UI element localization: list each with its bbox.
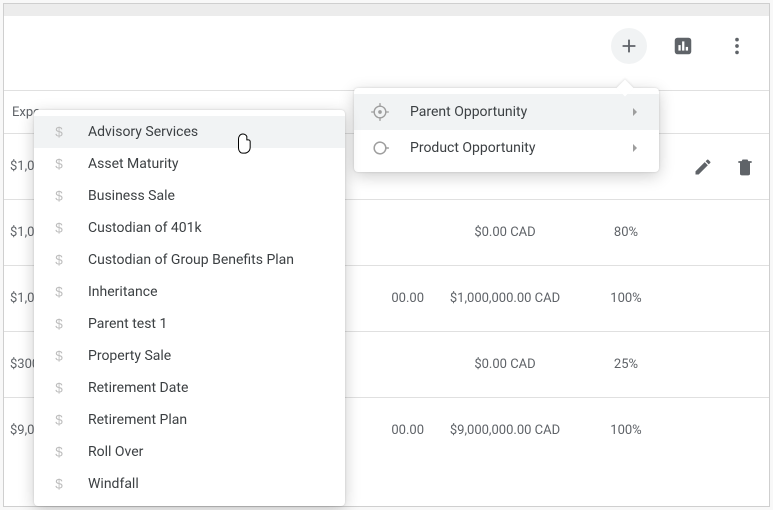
dropdown-item[interactable]: $ Parent test 1 xyxy=(34,308,345,340)
ring-icon xyxy=(370,138,390,158)
action-bar xyxy=(611,28,755,64)
row-extra: 00.00 xyxy=(352,291,424,306)
row-extra: 00.00 xyxy=(352,423,424,438)
row-pct: 100% xyxy=(586,423,666,438)
dollar-icon: $ xyxy=(50,379,68,397)
delete-icon[interactable] xyxy=(735,157,755,177)
chart-button[interactable] xyxy=(665,28,701,64)
type-dropdown: $ Advisory Services $ Asset Maturity $ B… xyxy=(34,110,345,506)
dropdown-label: Inheritance xyxy=(88,284,329,300)
svg-text:$: $ xyxy=(55,221,63,236)
more-vert-icon xyxy=(726,35,748,57)
dropdown-item[interactable]: $ Business Sale xyxy=(34,180,345,212)
dropdown-label: Asset Maturity xyxy=(88,156,329,172)
dollar-icon: $ xyxy=(50,219,68,237)
row-pct: 100% xyxy=(586,291,666,306)
opportunity-item-product[interactable]: Product Opportunity xyxy=(354,130,659,166)
dropdown-label: Custodian of Group Benefits Plan xyxy=(88,252,329,268)
svg-text:$: $ xyxy=(55,317,63,332)
dollar-icon: $ xyxy=(50,123,68,141)
dollar-icon: $ xyxy=(50,347,68,365)
dropdown-item[interactable]: $ Windfall xyxy=(34,468,345,500)
svg-text:$: $ xyxy=(55,285,63,300)
opportunity-label: Product Opportunity xyxy=(410,140,607,156)
svg-text:$: $ xyxy=(55,381,63,396)
dollar-icon: $ xyxy=(50,155,68,173)
dropdown-label: Advisory Services xyxy=(88,124,329,140)
chevron-right-icon xyxy=(627,140,643,156)
dropdown-label: Retirement Plan xyxy=(88,412,329,428)
dollar-icon: $ xyxy=(50,443,68,461)
dropdown-label: Roll Over xyxy=(88,444,329,460)
dropdown-item[interactable]: $ Custodian of Group Benefits Plan xyxy=(34,244,345,276)
row-pct: 80% xyxy=(586,225,666,240)
dollar-icon: $ xyxy=(50,187,68,205)
add-button[interactable] xyxy=(611,28,647,64)
opportunity-item-parent[interactable]: Parent Opportunity xyxy=(354,94,659,130)
dropdown-item[interactable]: $ Roll Over xyxy=(34,436,345,468)
dropdown-label: Custodian of 401k xyxy=(88,220,329,236)
dropdown-item[interactable]: $ Inheritance xyxy=(34,276,345,308)
dropdown-item[interactable]: $ Retirement Date xyxy=(34,372,345,404)
svg-text:$: $ xyxy=(55,349,63,364)
svg-text:$: $ xyxy=(55,189,63,204)
dollar-icon: $ xyxy=(50,283,68,301)
dropdown-item[interactable]: $ Custodian of 401k xyxy=(34,212,345,244)
svg-text:$: $ xyxy=(55,157,63,172)
dollar-icon: $ xyxy=(50,251,68,269)
row-next: $1,000,000.00 CAD xyxy=(424,291,586,306)
chevron-right-icon xyxy=(627,104,643,120)
dropdown-label: Retirement Date xyxy=(88,380,329,396)
dropdown-item[interactable]: $ Advisory Services xyxy=(34,116,345,148)
dropdown-item[interactable]: $ Retirement Plan xyxy=(34,404,345,436)
bar-chart-icon xyxy=(672,35,694,57)
svg-text:$: $ xyxy=(55,125,63,140)
dropdown-label: Business Sale xyxy=(88,188,329,204)
dollar-icon: $ xyxy=(50,315,68,333)
dollar-icon: $ xyxy=(50,411,68,429)
edit-icon[interactable] xyxy=(693,157,713,177)
row-next: $9,000,000.00 CAD xyxy=(424,423,586,438)
opportunity-label: Parent Opportunity xyxy=(410,104,607,120)
svg-text:$: $ xyxy=(55,413,63,428)
dropdown-label: Property Sale xyxy=(88,348,329,364)
row-next: $0.00 CAD xyxy=(424,225,586,240)
opportunity-menu: Parent Opportunity Product Opportunity xyxy=(354,88,659,172)
target-icon xyxy=(370,102,390,122)
svg-text:$: $ xyxy=(55,445,63,460)
dropdown-label: Windfall xyxy=(88,476,329,492)
dropdown-item[interactable]: $ Property Sale xyxy=(34,340,345,372)
dollar-icon: $ xyxy=(50,475,68,493)
row-pct: 25% xyxy=(586,357,666,372)
svg-text:$: $ xyxy=(55,253,63,268)
more-button[interactable] xyxy=(719,28,755,64)
dropdown-item[interactable]: $ Asset Maturity xyxy=(34,148,345,180)
svg-text:$: $ xyxy=(55,477,63,492)
plus-icon xyxy=(618,35,640,57)
row-next: $0.00 CAD xyxy=(424,357,586,372)
dropdown-label: Parent test 1 xyxy=(88,316,329,332)
